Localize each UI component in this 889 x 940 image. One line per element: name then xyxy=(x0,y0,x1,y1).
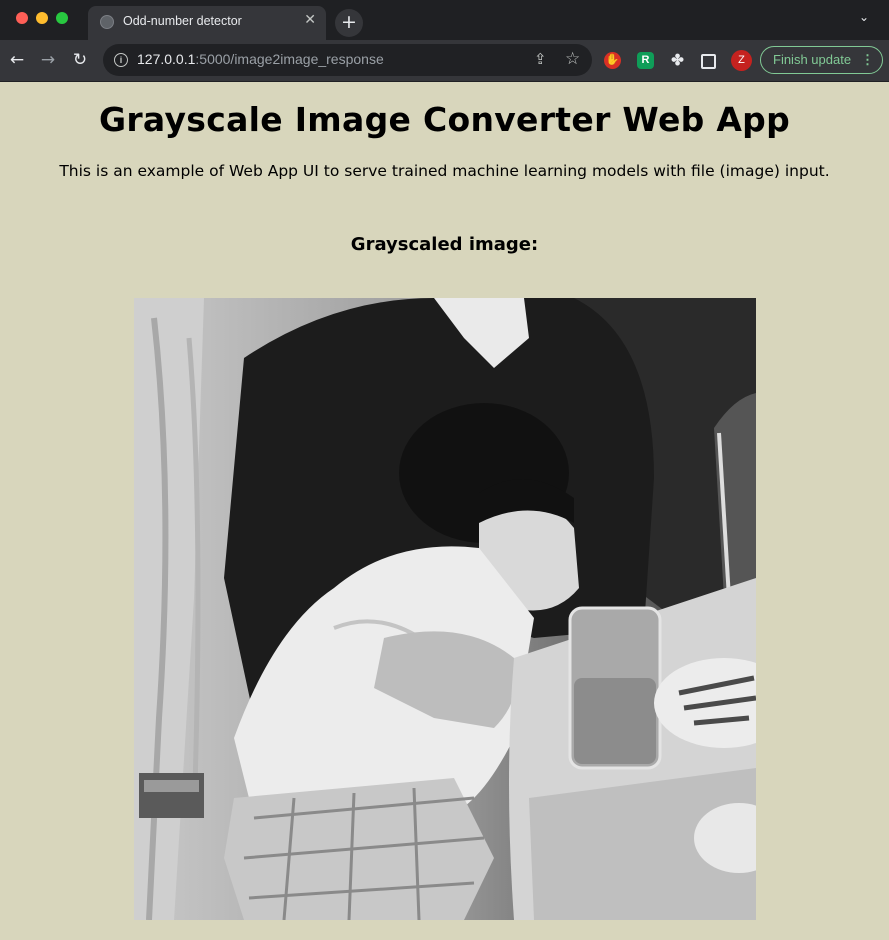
close-icon[interactable]: ✕ xyxy=(304,12,316,28)
grayscale-result-image xyxy=(134,298,756,920)
tab-active[interactable]: Odd-number detector ✕ xyxy=(88,6,326,40)
share-icon[interactable]: ⇪ xyxy=(534,50,547,68)
result-heading: Grayscaled image: xyxy=(350,234,539,255)
url-text[interactable]: 127.0.0.1:5000/image2image_response xyxy=(137,51,384,67)
r-extension-icon[interactable]: R xyxy=(637,52,654,69)
globe-icon xyxy=(100,15,114,29)
tab-title: Odd-number detector xyxy=(123,14,242,28)
back-arrow-icon[interactable]: ← xyxy=(5,48,29,72)
address-bar[interactable]: i 127.0.0.1:5000/image2image_response ⇪ … xyxy=(103,44,592,76)
window-zoom-button[interactable] xyxy=(56,12,68,24)
window-close-button[interactable] xyxy=(16,12,28,24)
page-description: This is an example of Web App UI to serv… xyxy=(59,162,830,180)
new-tab-button[interactable]: + xyxy=(335,9,363,37)
browser-toolbar: ← → ↻ i 127.0.0.1:5000/image2image_respo… xyxy=(0,40,889,82)
side-panel-icon[interactable] xyxy=(701,54,716,69)
finish-update-label: Finish update xyxy=(773,52,852,67)
info-icon[interactable]: i xyxy=(114,53,128,67)
chevron-down-icon[interactable]: ⌄ xyxy=(859,10,869,24)
bookmark-star-icon[interactable]: ☆ xyxy=(565,49,580,69)
stop-hand-extension-icon[interactable]: ✋ xyxy=(604,52,621,69)
extensions-puzzle-icon[interactable]: ✤ xyxy=(669,52,686,69)
photo-illustration xyxy=(134,298,756,920)
page-title: Grayscale Image Converter Web App xyxy=(98,100,791,139)
browser-tab-bar: Odd-number detector ✕ + ⌄ xyxy=(0,0,889,40)
window-minimize-button[interactable] xyxy=(36,12,48,24)
reload-icon[interactable]: ↻ xyxy=(68,48,92,72)
finish-update-button[interactable]: Finish update ⋮ xyxy=(760,46,883,74)
forward-arrow-icon[interactable]: → xyxy=(36,48,60,72)
more-vertical-icon[interactable]: ⋮ xyxy=(861,47,874,73)
url-path: :5000/image2image_response xyxy=(195,51,384,67)
profile-avatar[interactable]: Z xyxy=(731,50,752,71)
url-host: 127.0.0.1 xyxy=(137,51,196,67)
